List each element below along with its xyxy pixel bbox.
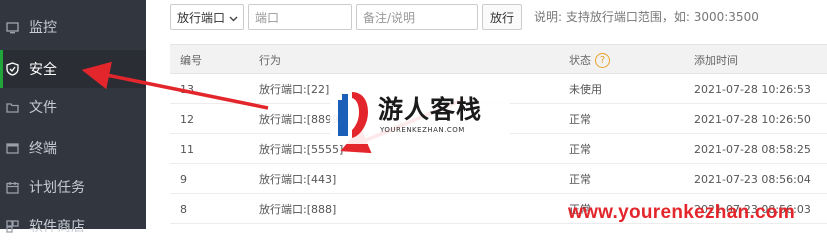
table-row: 9 放行端口:[443] 正常 2021-07-23 08:56:04 (170, 164, 827, 194)
sidebar-item-store[interactable]: 软件商店 (0, 207, 146, 240)
sidebar-item-monitor[interactable]: 监控 (0, 8, 146, 46)
port-range-hint: 说明: 支持放行端口范围，如: 3000:3500 (534, 10, 759, 24)
row-action: 放行端口:[22] (259, 83, 330, 96)
sidebar-item-label: 文件 (29, 100, 57, 116)
note-input-placeholder: 备注/说明 (363, 10, 416, 25)
store-icon (6, 219, 19, 233)
sidebar-item-terminal[interactable]: 终端 (0, 129, 146, 167)
folder-icon (6, 101, 19, 114)
chevron-down-icon (229, 12, 238, 26)
row-status: 正常 (569, 113, 591, 126)
row-time: 2021-07-28 08:58:25 (694, 142, 811, 156)
logo-emblem-icon (338, 92, 368, 138)
row-status: 正常 (569, 143, 591, 156)
header-time: 添加时间 (694, 54, 738, 67)
row-id: 13 (180, 82, 194, 96)
help-icon[interactable]: ? (595, 52, 610, 68)
note-input[interactable]: 备注/说明 (356, 4, 478, 30)
sidebar-item-label: 监控 (29, 20, 57, 36)
row-id: 9 (180, 172, 187, 186)
row-id: 12 (180, 112, 194, 126)
port-input[interactable]: 端口 (248, 4, 352, 30)
port-input-placeholder: 端口 (255, 10, 280, 25)
calendar-icon (6, 181, 19, 194)
terminal-icon (6, 142, 19, 155)
shield-icon (6, 62, 19, 76)
watermark-logo: 游人客栈 YOURENKEZHAN.COM (330, 88, 510, 144)
sidebar: 监控 安全 文件 终端 计划任务 软件商店 (0, 0, 146, 235)
sidebar-item-cron[interactable]: 计划任务 (0, 168, 146, 206)
row-id: 11 (180, 142, 194, 156)
row-time: 2021-07-28 10:26:53 (694, 82, 811, 96)
row-action: 放行端口:[888] (259, 203, 337, 216)
allow-port-button[interactable]: 放行 (482, 4, 522, 30)
row-time: 2021-07-28 10:26:50 (694, 112, 811, 126)
row-status: 正常 (569, 173, 591, 186)
sidebar-item-label: 软件商店 (29, 219, 85, 235)
row-status: 未使用 (569, 83, 602, 96)
rule-type-select[interactable]: 放行端口 (170, 4, 244, 30)
header-status: 状态 ? (569, 45, 610, 75)
sidebar-item-files[interactable]: 文件 (0, 88, 146, 126)
sidebar-item-label: 计划任务 (29, 180, 85, 196)
site-url-watermark: www.yourenkezhan.com (568, 202, 796, 223)
sidebar-item-label: 安全 (29, 62, 57, 78)
row-id: 8 (180, 202, 187, 216)
header-id: 编号 (180, 54, 202, 67)
header-status-label: 状态 (569, 54, 591, 67)
row-action: 放行端口:[443] (259, 173, 337, 186)
sidebar-item-security[interactable]: 安全 (0, 50, 146, 88)
logo-url: YOURENKEZHAN.COM (380, 126, 465, 134)
monitor-icon (6, 21, 19, 34)
rule-type-value: 放行端口 (177, 10, 226, 25)
table-header: 编号 行为 状态 ? 添加时间 (170, 44, 827, 74)
header-action: 行为 (259, 54, 281, 67)
logo-title: 游人客栈 (378, 95, 483, 124)
allow-port-button-label: 放行 (489, 10, 514, 25)
sidebar-item-label: 终端 (29, 141, 57, 157)
row-time: 2021-07-23 08:56:04 (694, 172, 811, 186)
